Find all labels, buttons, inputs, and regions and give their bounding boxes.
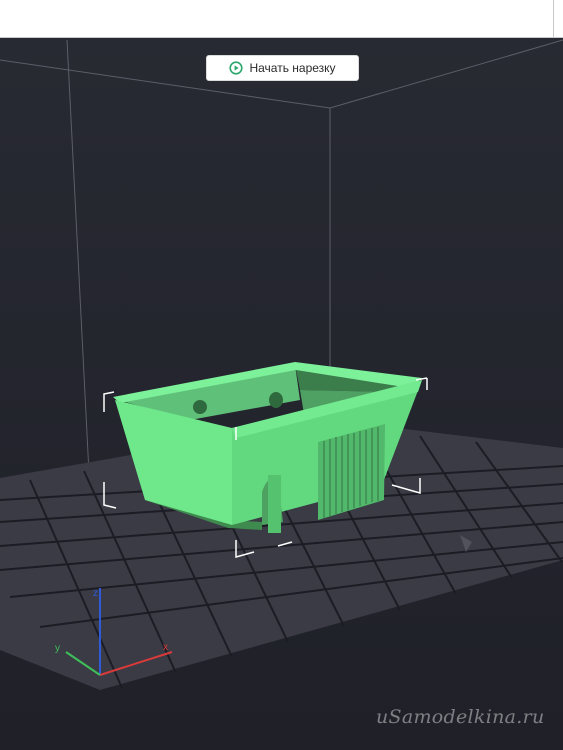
model-hole [193,400,207,414]
watermark-text: uSamodelkina.ru [376,706,545,728]
scene-canvas[interactable]: z x y [0,0,563,750]
model-support-pillar [268,475,281,533]
axis-label-y: y [55,643,60,654]
play-circle-icon [229,61,244,75]
start-slicing-label: Начать нарезку [249,61,336,75]
axis-label-z: z [93,588,98,599]
axis-label-x: x [163,642,168,653]
model-hole [269,392,283,408]
start-slicing-button[interactable]: Начать нарезку [206,55,359,81]
